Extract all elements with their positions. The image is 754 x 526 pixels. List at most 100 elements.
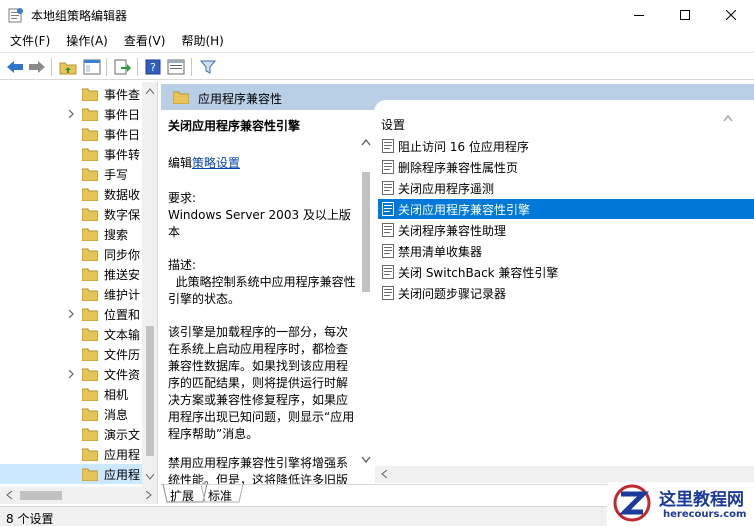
policy-setting-icon bbox=[382, 160, 394, 174]
export-icon bbox=[114, 59, 131, 75]
tree-item[interactable]: 事件查 bbox=[0, 84, 142, 104]
folder-icon bbox=[82, 308, 98, 321]
menu-bar: 文件(F) 操作(A) 查看(V) 帮助(H) bbox=[0, 30, 754, 52]
tree-item[interactable]: 搜索 bbox=[0, 224, 142, 244]
tree-item[interactable]: 事件日 bbox=[0, 124, 142, 144]
folder-icon bbox=[82, 388, 98, 401]
policy-setting-icon bbox=[382, 286, 394, 300]
help-icon: ? bbox=[145, 59, 161, 75]
tree-vertical-scrollbar[interactable] bbox=[142, 82, 157, 487]
scroll-up-icon[interactable] bbox=[361, 138, 371, 146]
edit-line: 编辑策略设置 bbox=[168, 155, 356, 172]
tree-item[interactable]: 应用程 bbox=[0, 444, 142, 464]
toolbar: ? bbox=[0, 52, 754, 80]
forward-button[interactable] bbox=[27, 57, 47, 77]
policy-setting-icon bbox=[382, 265, 394, 279]
watermark-logo-icon bbox=[613, 484, 651, 522]
tree-item[interactable]: 维护计 bbox=[0, 284, 142, 304]
tree-item[interactable]: 数据收 bbox=[0, 184, 142, 204]
policy-setting-row[interactable]: 关闭问题步骤记录器 bbox=[378, 283, 754, 303]
tree-horizontal-scrollbar[interactable] bbox=[0, 487, 158, 504]
policy-setting-icon bbox=[382, 244, 394, 258]
properties-icon bbox=[167, 59, 185, 75]
properties-button[interactable] bbox=[166, 57, 186, 77]
menu-help[interactable]: 帮助(H) bbox=[175, 30, 229, 52]
minimize-button[interactable] bbox=[616, 0, 662, 30]
tree-item[interactable]: 应用程 bbox=[0, 464, 142, 484]
status-text: 8 个设置 bbox=[6, 512, 54, 526]
policy-setting-row[interactable]: 关闭应用程序兼容性引擎 bbox=[378, 199, 754, 219]
tree-scroll-thumb[interactable] bbox=[146, 326, 154, 456]
chevron-right-icon[interactable] bbox=[66, 108, 76, 120]
tree-item-label: 事件日 bbox=[104, 108, 141, 122]
minimize-icon bbox=[634, 15, 644, 16]
tree-item-label: 维护计 bbox=[104, 288, 141, 302]
maximize-button[interactable] bbox=[662, 0, 708, 30]
edit-policy-link[interactable]: 策略设置 bbox=[192, 156, 240, 170]
tree-item-label: 推送安 bbox=[104, 268, 141, 282]
tree-item[interactable]: 文本输 bbox=[0, 324, 142, 344]
tree-item[interactable]: 演示文 bbox=[0, 424, 142, 444]
policy-setting-row[interactable]: 删除程序兼容性属性页 bbox=[378, 157, 754, 177]
tree-item[interactable]: 手写 bbox=[0, 164, 142, 184]
tree-hscroll-thumb[interactable] bbox=[20, 491, 62, 500]
tree-item[interactable]: 位置和 bbox=[0, 304, 142, 324]
column-header-setting[interactable]: 设置 bbox=[381, 116, 405, 133]
tree-item[interactable]: 推送安 bbox=[0, 264, 142, 284]
folder-icon bbox=[82, 468, 98, 481]
menu-file[interactable]: 文件(F) bbox=[4, 30, 56, 52]
tree-item-label: 消息 bbox=[104, 408, 129, 422]
show-hide-tree-button[interactable] bbox=[82, 57, 102, 77]
policy-setting-row[interactable]: 禁用清单收集器 bbox=[378, 241, 754, 261]
tab-standard[interactable]: 标准 bbox=[208, 487, 232, 504]
description-scroll-thumb[interactable] bbox=[362, 172, 370, 292]
forward-arrow-icon bbox=[29, 61, 45, 73]
scroll-up-icon[interactable] bbox=[720, 112, 736, 124]
export-list-button[interactable] bbox=[112, 57, 132, 77]
policy-setting-row[interactable]: 阻止访问 16 位应用程序 bbox=[378, 136, 754, 156]
tree-item[interactable]: 事件日 bbox=[0, 104, 142, 124]
tree-item[interactable]: 相机 bbox=[0, 384, 142, 404]
tree-item[interactable]: 消息 bbox=[0, 404, 142, 424]
scroll-down-icon[interactable] bbox=[361, 456, 371, 464]
tree-item[interactable]: 文件资 bbox=[0, 364, 142, 384]
chevron-right-icon[interactable] bbox=[66, 308, 76, 320]
folder-icon bbox=[82, 288, 98, 301]
window-title: 本地组策略编辑器 bbox=[31, 9, 128, 23]
tree-item[interactable]: 文件历 bbox=[0, 344, 142, 364]
filter-icon bbox=[200, 60, 216, 74]
filter-button[interactable] bbox=[198, 57, 218, 77]
tree-item[interactable]: 数字保 bbox=[0, 204, 142, 224]
policy-setting-icon bbox=[382, 223, 394, 237]
scroll-up-icon[interactable] bbox=[146, 88, 154, 94]
policy-setting-row[interactable]: 关闭 SwitchBack 兼容性引擎 bbox=[378, 262, 754, 282]
scroll-right-icon[interactable] bbox=[146, 491, 152, 499]
tab-extended[interactable]: 扩展 bbox=[170, 487, 194, 504]
description-scrollbar[interactable] bbox=[358, 138, 374, 468]
tree-item-label: 文本输 bbox=[104, 328, 141, 342]
menu-action[interactable]: 操作(A) bbox=[60, 30, 114, 52]
tree-item[interactable]: 同步你 bbox=[0, 244, 142, 264]
folder-icon bbox=[82, 448, 98, 461]
svg-text:?: ? bbox=[150, 61, 156, 74]
policy-setting-row[interactable]: 关闭程序兼容性助理 bbox=[378, 220, 754, 240]
tree-item[interactable]: 事件转 bbox=[0, 144, 142, 164]
tree-item-label: 演示文 bbox=[104, 428, 141, 442]
scroll-down-icon[interactable] bbox=[146, 474, 154, 480]
requirements: 要求: Windows Server 2003 及以上版本 bbox=[168, 190, 356, 241]
folder-icon bbox=[82, 368, 98, 381]
close-button[interactable] bbox=[708, 0, 754, 30]
watermark: 这里教程网 herecours.com bbox=[607, 482, 754, 526]
back-button[interactable] bbox=[5, 57, 25, 77]
scroll-left-icon[interactable] bbox=[6, 491, 12, 499]
scroll-left-icon[interactable] bbox=[381, 470, 387, 478]
help-button[interactable]: ? bbox=[143, 57, 163, 77]
folder-icon bbox=[82, 228, 98, 241]
list-horizontal-scrollbar[interactable] bbox=[375, 466, 754, 483]
policy-setting-row[interactable]: 关闭应用程序遥测 bbox=[378, 178, 754, 198]
description-label: 描述: bbox=[168, 258, 197, 272]
menu-view[interactable]: 查看(V) bbox=[118, 30, 172, 52]
folder-icon bbox=[172, 90, 190, 105]
chevron-right-icon[interactable] bbox=[66, 368, 76, 380]
up-level-button[interactable] bbox=[58, 57, 78, 77]
